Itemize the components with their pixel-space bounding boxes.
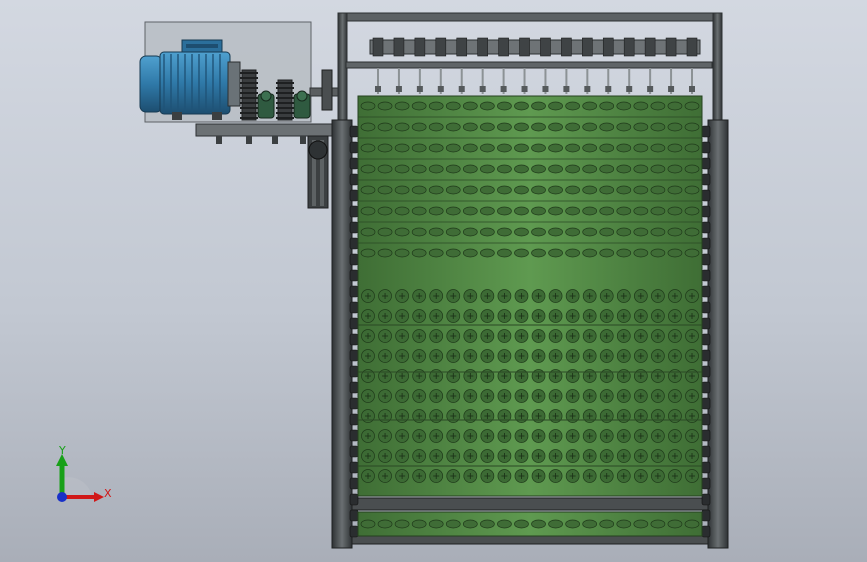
y-axis-label: Y [58,444,66,457]
hole-conveyor-belt[interactable] [357,95,703,537]
coupling-left[interactable] [257,90,275,119]
z-axis-origin [57,492,67,502]
bolt [300,136,306,144]
coupling-right[interactable] [293,90,311,119]
bolt [272,136,278,144]
cad-viewport[interactable]: Y X [0,0,867,562]
drive-platform[interactable] [195,123,337,137]
cad-model[interactable]: Y X [0,0,867,562]
bolt [216,136,222,144]
orientation-triad: Y X [56,444,112,502]
bolt [246,136,252,144]
drive-chain[interactable] [307,135,329,209]
x-axis-label: X [104,487,112,500]
